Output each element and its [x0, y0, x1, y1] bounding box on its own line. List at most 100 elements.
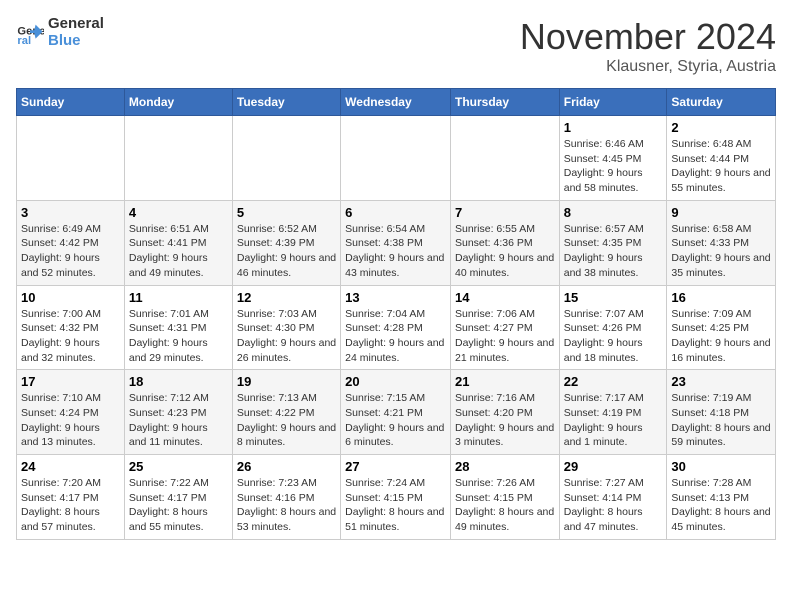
day-info: Sunrise: 7:00 AM Sunset: 4:32 PM Dayligh… — [21, 307, 120, 366]
day-info: Sunrise: 7:24 AM Sunset: 4:15 PM Dayligh… — [345, 476, 446, 535]
calendar-cell: 24 Sunrise: 7:20 AM Sunset: 4:17 PM Dayli… — [17, 455, 125, 540]
page-header: Gene ral General Blue November 2024 Klau… — [16, 16, 776, 76]
day-number: 24 — [21, 459, 120, 474]
column-header-wednesday: Wednesday — [341, 89, 451, 116]
calendar-cell — [124, 116, 232, 201]
day-info: Sunrise: 7:17 AM Sunset: 4:19 PM Dayligh… — [564, 391, 663, 450]
calendar-cell — [17, 116, 125, 201]
day-number: 25 — [129, 459, 228, 474]
day-number: 28 — [455, 459, 555, 474]
calendar-cell: 16Sunrise: 7:09 AM Sunset: 4:25 PM Dayli… — [667, 285, 776, 370]
month-title: November 2024 — [520, 16, 776, 58]
column-header-monday: Monday — [124, 89, 232, 116]
calendar-cell: 27 Sunrise: 7:24 AM Sunset: 4:15 PM Dayli… — [341, 455, 451, 540]
day-info: Sunrise: 7:01 AM Sunset: 4:31 PM Dayligh… — [129, 307, 228, 366]
day-info: Sunrise: 6:52 AM Sunset: 4:39 PM Dayligh… — [237, 222, 336, 281]
day-info: Sunrise: 7:23 AM Sunset: 4:16 PM Dayligh… — [237, 476, 336, 535]
calendar-cell: 8 Sunrise: 6:57 AM Sunset: 4:35 PM Daylig… — [559, 200, 667, 285]
calendar-body: 1 Sunrise: 6:46 AM Sunset: 4:45 PM Daylig… — [17, 116, 776, 540]
day-number: 20 — [345, 374, 446, 389]
day-info: Sunrise: 7:16 AM Sunset: 4:20 PM Dayligh… — [455, 391, 555, 450]
day-number: 15 — [564, 290, 663, 305]
logo-line1: General — [48, 16, 104, 33]
day-number: 16 — [671, 290, 771, 305]
day-number: 19 — [237, 374, 336, 389]
calendar-cell: 18Sunrise: 7:12 AM Sunset: 4:23 PM Dayli… — [124, 370, 232, 455]
day-info: Sunrise: 7:28 AM Sunset: 4:13 PM Dayligh… — [671, 476, 771, 535]
column-header-tuesday: Tuesday — [232, 89, 340, 116]
calendar-cell: 22 Sunrise: 7:17 AM Sunset: 4:19 PM Dayli… — [559, 370, 667, 455]
day-info: Sunrise: 7:04 AM Sunset: 4:28 PM Dayligh… — [345, 307, 446, 366]
day-number: 30 — [671, 459, 771, 474]
calendar-cell: 14 Sunrise: 7:06 AM Sunset: 4:27 PM Dayli… — [450, 285, 559, 370]
day-number: 2 — [671, 120, 771, 135]
day-number: 9 — [671, 205, 771, 220]
day-number: 23 — [671, 374, 771, 389]
calendar-cell: 7 Sunrise: 6:55 AM Sunset: 4:36 PM Daylig… — [450, 200, 559, 285]
calendar-cell: 23 Sunrise: 7:19 AM Sunset: 4:18 PM Dayli… — [667, 370, 776, 455]
calendar-cell: 20 Sunrise: 7:15 AM Sunset: 4:21 PM Dayli… — [341, 370, 451, 455]
calendar-cell: 30 Sunrise: 7:28 AM Sunset: 4:13 PM Dayli… — [667, 455, 776, 540]
day-info: Sunrise: 6:57 AM Sunset: 4:35 PM Dayligh… — [564, 222, 663, 281]
day-info: Sunrise: 7:07 AM Sunset: 4:26 PM Dayligh… — [564, 307, 663, 366]
calendar-cell: 6Sunrise: 6:54 AM Sunset: 4:38 PM Daylig… — [341, 200, 451, 285]
calendar-cell: 11Sunrise: 7:01 AM Sunset: 4:31 PM Dayli… — [124, 285, 232, 370]
day-info: Sunrise: 7:19 AM Sunset: 4:18 PM Dayligh… — [671, 391, 771, 450]
calendar-week-4: 17Sunrise: 7:10 AM Sunset: 4:24 PM Dayli… — [17, 370, 776, 455]
svg-text:ral: ral — [17, 35, 31, 47]
calendar-cell: 5 Sunrise: 6:52 AM Sunset: 4:39 PM Daylig… — [232, 200, 340, 285]
calendar-week-1: 1 Sunrise: 6:46 AM Sunset: 4:45 PM Daylig… — [17, 116, 776, 201]
calendar-cell: 9 Sunrise: 6:58 AM Sunset: 4:33 PM Daylig… — [667, 200, 776, 285]
day-info: Sunrise: 7:15 AM Sunset: 4:21 PM Dayligh… — [345, 391, 446, 450]
day-info: Sunrise: 6:46 AM Sunset: 4:45 PM Dayligh… — [564, 137, 663, 196]
day-number: 6 — [345, 205, 446, 220]
calendar-cell: 21Sunrise: 7:16 AM Sunset: 4:20 PM Dayli… — [450, 370, 559, 455]
day-number: 1 — [564, 120, 663, 135]
day-number: 27 — [345, 459, 446, 474]
day-number: 29 — [564, 459, 663, 474]
day-number: 4 — [129, 205, 228, 220]
column-header-saturday: Saturday — [667, 89, 776, 116]
day-number: 3 — [21, 205, 120, 220]
calendar-cell: 26 Sunrise: 7:23 AM Sunset: 4:16 PM Dayli… — [232, 455, 340, 540]
calendar-cell: 17Sunrise: 7:10 AM Sunset: 4:24 PM Dayli… — [17, 370, 125, 455]
column-header-thursday: Thursday — [450, 89, 559, 116]
calendar-cell — [341, 116, 451, 201]
day-number: 8 — [564, 205, 663, 220]
calendar-cell: 28Sunrise: 7:26 AM Sunset: 4:15 PM Dayli… — [450, 455, 559, 540]
day-number: 13 — [345, 290, 446, 305]
calendar-header-row: SundayMondayTuesdayWednesdayThursdayFrid… — [17, 89, 776, 116]
calendar-cell: 12Sunrise: 7:03 AM Sunset: 4:30 PM Dayli… — [232, 285, 340, 370]
calendar-cell: 19 Sunrise: 7:13 AM Sunset: 4:22 PM Dayli… — [232, 370, 340, 455]
day-info: Sunrise: 7:20 AM Sunset: 4:17 PM Dayligh… — [21, 476, 120, 535]
calendar-week-5: 24 Sunrise: 7:20 AM Sunset: 4:17 PM Dayli… — [17, 455, 776, 540]
calendar-cell: 15 Sunrise: 7:07 AM Sunset: 4:26 PM Dayli… — [559, 285, 667, 370]
calendar-table: SundayMondayTuesdayWednesdayThursdayFrid… — [16, 88, 776, 540]
calendar-cell: 25Sunrise: 7:22 AM Sunset: 4:17 PM Dayli… — [124, 455, 232, 540]
calendar-cell: 4Sunrise: 6:51 AM Sunset: 4:41 PM Daylig… — [124, 200, 232, 285]
day-info: Sunrise: 7:10 AM Sunset: 4:24 PM Dayligh… — [21, 391, 120, 450]
calendar-week-3: 10 Sunrise: 7:00 AM Sunset: 4:32 PM Dayli… — [17, 285, 776, 370]
calendar-cell: 2Sunrise: 6:48 AM Sunset: 4:44 PM Daylig… — [667, 116, 776, 201]
calendar-week-2: 3Sunrise: 6:49 AM Sunset: 4:42 PM Daylig… — [17, 200, 776, 285]
location-title: Klausner, Styria, Austria — [520, 58, 776, 76]
calendar-cell: 3Sunrise: 6:49 AM Sunset: 4:42 PM Daylig… — [17, 200, 125, 285]
day-number: 5 — [237, 205, 336, 220]
calendar-cell — [450, 116, 559, 201]
day-info: Sunrise: 6:55 AM Sunset: 4:36 PM Dayligh… — [455, 222, 555, 281]
day-number: 7 — [455, 205, 555, 220]
logo: Gene ral General Blue — [16, 16, 104, 49]
day-info: Sunrise: 7:13 AM Sunset: 4:22 PM Dayligh… — [237, 391, 336, 450]
calendar-cell: 13 Sunrise: 7:04 AM Sunset: 4:28 PM Dayli… — [341, 285, 451, 370]
day-number: 10 — [21, 290, 120, 305]
day-number: 12 — [237, 290, 336, 305]
day-number: 14 — [455, 290, 555, 305]
day-number: 18 — [129, 374, 228, 389]
day-info: Sunrise: 7:06 AM Sunset: 4:27 PM Dayligh… — [455, 307, 555, 366]
logo-line2: Blue — [48, 33, 104, 50]
day-number: 22 — [564, 374, 663, 389]
logo-icon: Gene ral — [16, 19, 44, 47]
day-info: Sunrise: 7:27 AM Sunset: 4:14 PM Dayligh… — [564, 476, 663, 535]
day-info: Sunrise: 6:58 AM Sunset: 4:33 PM Dayligh… — [671, 222, 771, 281]
day-number: 26 — [237, 459, 336, 474]
